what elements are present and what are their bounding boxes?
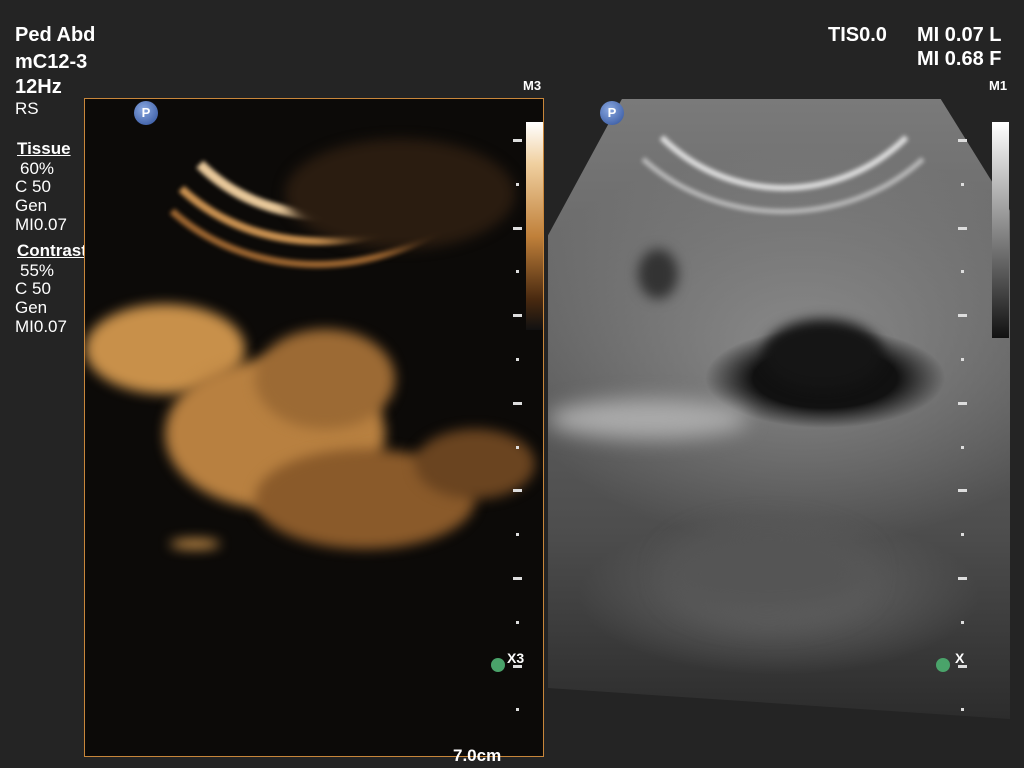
depth-tick xyxy=(513,139,522,142)
depth-tick xyxy=(961,445,964,449)
left-map-label: M3 xyxy=(523,78,542,93)
depth-tick xyxy=(516,182,519,186)
right-map-label: M1 xyxy=(989,78,1008,93)
preset-label: Ped Abd xyxy=(15,24,96,46)
depth-tick xyxy=(958,314,967,318)
tissue-freq: Gen xyxy=(15,196,48,215)
right-orientation-marker-icon: P xyxy=(600,101,624,125)
depth-tick xyxy=(958,226,967,230)
depth-tick xyxy=(516,270,519,274)
depth-tick xyxy=(958,139,967,142)
tis-label: TIS0.0 xyxy=(828,24,887,46)
depth-tick xyxy=(961,708,964,712)
bmode-image xyxy=(548,99,1010,719)
left-orientation-marker-icon: P xyxy=(134,101,158,125)
depth-tick xyxy=(961,270,964,274)
depth-label: 7.0cm xyxy=(453,746,502,765)
contrast-colorbar xyxy=(526,122,543,330)
depth-tick xyxy=(513,314,522,318)
depth-tick xyxy=(513,489,522,493)
depth-tick xyxy=(958,489,967,493)
depth-tick xyxy=(958,577,967,580)
mi-label-1: MI 0.07 L xyxy=(917,24,1002,46)
contrast-c: C 50 xyxy=(15,279,51,298)
contrast-frame xyxy=(84,98,544,757)
right-focus-dot-icon xyxy=(936,658,950,672)
left-zoom-label: X3 xyxy=(507,650,525,666)
tissue-gain: 60% xyxy=(20,159,55,178)
depth-tick xyxy=(958,401,967,405)
depth-tick xyxy=(961,533,964,537)
left-focus-dot-icon xyxy=(491,658,505,672)
depth-tick xyxy=(513,226,522,230)
depth-tick xyxy=(516,445,519,449)
tissue-title: Tissue xyxy=(17,139,71,158)
contrast-gain: 55% xyxy=(20,261,55,280)
right-zoom-label: X xyxy=(955,650,965,666)
depth-tick xyxy=(513,401,522,405)
contrast-title: Contrast xyxy=(17,241,87,260)
mode-label: RS xyxy=(15,99,39,118)
depth-tick xyxy=(961,182,964,186)
depth-tick xyxy=(961,620,964,624)
depth-tick xyxy=(516,620,519,624)
tissue-c: C 50 xyxy=(15,177,51,196)
depth-tick xyxy=(516,708,519,712)
frame-rate-label: 12Hz xyxy=(15,76,62,98)
contrast-freq: Gen xyxy=(15,298,48,317)
depth-tick xyxy=(516,533,519,537)
contrast-mi: MI0.07 xyxy=(15,317,67,336)
probe-label: mC12-3 xyxy=(15,51,88,73)
bmode-colorbar xyxy=(992,122,1009,338)
mi-label-2: MI 0.68 F xyxy=(917,48,1002,70)
depth-tick xyxy=(516,358,519,361)
tissue-mi: MI0.07 xyxy=(15,215,67,234)
depth-tick xyxy=(961,358,964,361)
depth-tick xyxy=(513,577,522,580)
